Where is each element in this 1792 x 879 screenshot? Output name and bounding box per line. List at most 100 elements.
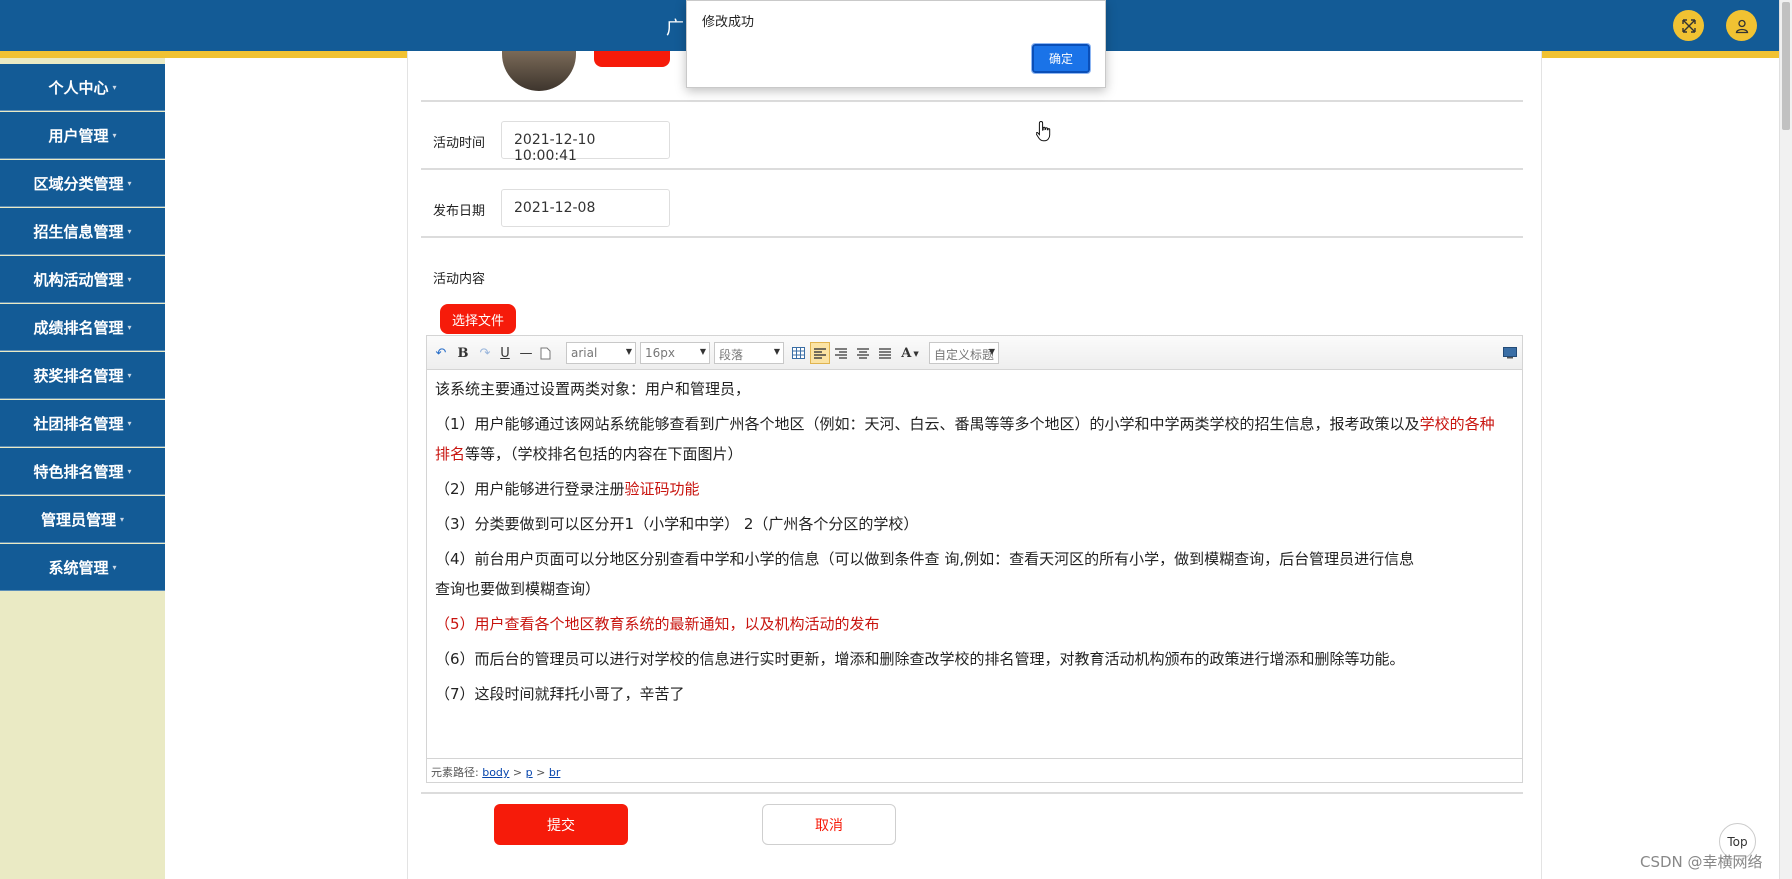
sidebar-item-regions[interactable]: 区域分类管理 ▾ xyxy=(0,160,165,207)
fullscreen-button[interactable] xyxy=(1673,10,1704,41)
sidebar-item-activities[interactable]: 机构活动管理 ▾ xyxy=(0,256,165,303)
font-size-value: 16px xyxy=(645,346,675,360)
sidebar: 个人中心 ▾ 用户管理 ▾ 区域分类管理 ▾ 招生信息管理 ▾ 机构活动管理 ▾ 成绩排名… xyxy=(0,58,165,879)
sidebar-item-label: 管理员管理 xyxy=(40,510,116,529)
cancel-button[interactable]: 取消 xyxy=(762,804,896,845)
chevron-down-icon: ▾ xyxy=(112,130,117,140)
chevron-down-icon: ▾ xyxy=(127,370,132,380)
chevron-down-icon: ▾ xyxy=(127,466,132,476)
divider xyxy=(421,100,1523,102)
chevron-down-icon: ▾ xyxy=(127,418,132,428)
table-icon[interactable] xyxy=(790,344,806,362)
sidebar-item-system[interactable]: 系统管理 ▾ xyxy=(0,544,165,591)
sidebar-item-label: 区域分类管理 xyxy=(33,174,124,193)
activity-time-input[interactable]: 2021-12-10 10:00:41 xyxy=(501,121,670,164)
document-icon[interactable] xyxy=(538,344,552,362)
chevron-down-icon: ▾ xyxy=(127,178,132,188)
text-run: （3）分类要做到可以区分开1（小学和中学） 2（广州各个分区的学校） xyxy=(435,515,919,533)
chevron-down-icon: ▾ xyxy=(112,562,117,572)
paragraph-select[interactable]: 段落 ▼ xyxy=(714,342,784,364)
user-icon xyxy=(1735,19,1748,33)
sidebar-item-label: 个人中心 xyxy=(48,78,109,97)
text-run: 等等，（学校排名包括的内容在下面图片） xyxy=(465,445,743,463)
content-paragraph: （7）这段时间就拜托小哥了，辛苦了 xyxy=(435,679,1508,709)
content-paragraph: （6）而后台的管理员可以进行对学校的信息进行实时更新，增添和删除查改学校的排名管… xyxy=(435,644,1508,674)
scrollbar-thumb[interactable] xyxy=(1782,2,1790,130)
sidebar-item-label: 系统管理 xyxy=(48,558,109,577)
content-paragraph: 查询也要做到模糊查询） xyxy=(435,574,1508,604)
custom-title-value: 自定义标题 xyxy=(934,348,995,362)
header-title: 广 xyxy=(666,18,684,39)
align-left-icon[interactable] xyxy=(810,342,830,364)
sidebar-item-label: 特色排名管理 xyxy=(33,462,124,481)
text-run: 该系统主要通过设置两类对象：用户和管理员， xyxy=(435,380,751,398)
dropdown-arrow-icon: ▼ xyxy=(988,347,995,356)
publish-date-label: 发布日期 xyxy=(433,204,486,219)
chevron-down-icon: ▾ xyxy=(127,322,132,332)
dropdown-arrow-icon: ▼ xyxy=(625,347,632,356)
redo-icon[interactable]: ↷ xyxy=(477,344,493,362)
sidebar-item-admins[interactable]: 管理员管理 ▾ xyxy=(0,496,165,543)
text-run-red: 学校的各种 xyxy=(1419,415,1495,433)
align-justify-icon[interactable] xyxy=(877,344,893,362)
undo-icon[interactable]: ↶ xyxy=(433,344,449,362)
chevron-down-icon: ▾ xyxy=(127,274,132,284)
sidebar-item-award-ranking[interactable]: 获奖排名管理 ▾ xyxy=(0,352,165,399)
content-paragraph: （1）用户能够通过该网站系统能够查看到广州各个地区（例如：天河、白云、番禺等等多… xyxy=(435,409,1508,439)
chevron-down-icon: ▾ xyxy=(120,514,125,524)
divider xyxy=(421,168,1523,170)
horizontal-rule-icon[interactable]: — xyxy=(518,344,534,362)
text-run-red: （5）用户查看各个地区教育系统的最新通知，以及机构活动的发布 xyxy=(435,615,880,633)
sidebar-item-profile[interactable]: 个人中心 ▾ xyxy=(0,64,165,111)
text-run: （2）用户能够进行登录注册 xyxy=(435,480,625,498)
element-path-bar: 元素路径: body > p > br xyxy=(427,758,1522,782)
font-family-select[interactable]: arial ▼ xyxy=(566,342,636,364)
submit-button[interactable]: 提交 xyxy=(494,804,628,845)
bold-icon[interactable]: B xyxy=(455,344,471,362)
sidebar-item-score-ranking[interactable]: 成绩排名管理 ▾ xyxy=(0,304,165,351)
sidebar-item-enrollment[interactable]: 招生信息管理 ▾ xyxy=(0,208,165,255)
activity-content-label: 活动内容 xyxy=(433,272,486,287)
path-link-p[interactable]: p xyxy=(526,766,533,779)
vertical-scrollbar[interactable] xyxy=(1779,0,1792,879)
sidebar-item-label: 获奖排名管理 xyxy=(33,366,124,385)
hand-cursor-icon xyxy=(1036,120,1051,142)
text-run: （6）而后台的管理员可以进行对学校的信息进行实时更新，增添和删除查改学校的排名管… xyxy=(435,650,1405,668)
sidebar-item-label: 成绩排名管理 xyxy=(33,318,124,337)
text-run: （1）用户能够通过该网站系统能够查看到广州各个地区（例如：天河、白云、番禺等等多… xyxy=(435,415,1420,433)
align-right-icon[interactable] xyxy=(833,344,849,362)
sidebar-item-label: 机构活动管理 xyxy=(33,270,124,289)
divider xyxy=(421,236,1523,238)
paragraph-value: 段落 xyxy=(719,348,744,362)
alert-message: 修改成功 xyxy=(702,15,755,30)
sidebar-item-label: 社团排名管理 xyxy=(33,414,124,433)
editor-toolbar: ↶ B ↷ U — arial ▼ 16px ▼ 段落 ▼ A ▼ 自定义标题 … xyxy=(427,336,1522,370)
path-link-br[interactable]: br xyxy=(549,766,561,779)
sidebar-item-users[interactable]: 用户管理 ▾ xyxy=(0,112,165,159)
watermark: CSDN @幸横网络 xyxy=(1640,853,1763,871)
font-size-select[interactable]: 16px ▼ xyxy=(640,342,710,364)
editor-content[interactable]: 该系统主要通过设置两类对象：用户和管理员， （1）用户能够通过该网站系统能够查看… xyxy=(427,370,1522,759)
user-button[interactable] xyxy=(1726,10,1757,41)
text-run: （7）这段时间就拜托小哥了，辛苦了 xyxy=(435,685,685,703)
text-run-red: 排名 xyxy=(435,445,466,463)
sidebar-item-label: 用户管理 xyxy=(48,126,109,145)
content-paragraph: （4）前台用户页面可以分地区分别查看中学和小学的信息（可以做到条件查 询,例如：… xyxy=(435,544,1508,574)
fullscreen-editor-icon[interactable] xyxy=(1502,344,1518,362)
text-run: 查询也要做到模糊查询） xyxy=(435,580,601,598)
path-link-body[interactable]: body xyxy=(482,766,509,779)
sidebar-item-club-ranking[interactable]: 社团排名管理 ▾ xyxy=(0,400,165,447)
fullscreen-icon xyxy=(1681,18,1696,33)
content-paragraph: 排名等等，（学校排名包括的内容在下面图片） xyxy=(435,439,1508,469)
upload-button-partial[interactable] xyxy=(594,51,670,67)
underline-icon[interactable]: U xyxy=(497,344,513,362)
publish-date-input[interactable]: 2021-12-08 xyxy=(501,189,670,227)
content-paragraph: （3）分类要做到可以区分开1（小学和中学） 2（广州各个分区的学校） xyxy=(435,509,1508,539)
font-color-icon[interactable]: A ▼ xyxy=(899,344,921,362)
alert-dialog: 修改成功 确定 xyxy=(686,0,1106,88)
alert-ok-button[interactable]: 确定 xyxy=(1031,43,1091,74)
align-center-icon[interactable] xyxy=(855,344,871,362)
custom-title-select[interactable]: 自定义标题 ▼ xyxy=(929,342,999,364)
sidebar-item-feature-ranking[interactable]: 特色排名管理 ▾ xyxy=(0,448,165,495)
choose-file-button[interactable]: 选择文件 xyxy=(440,304,516,334)
